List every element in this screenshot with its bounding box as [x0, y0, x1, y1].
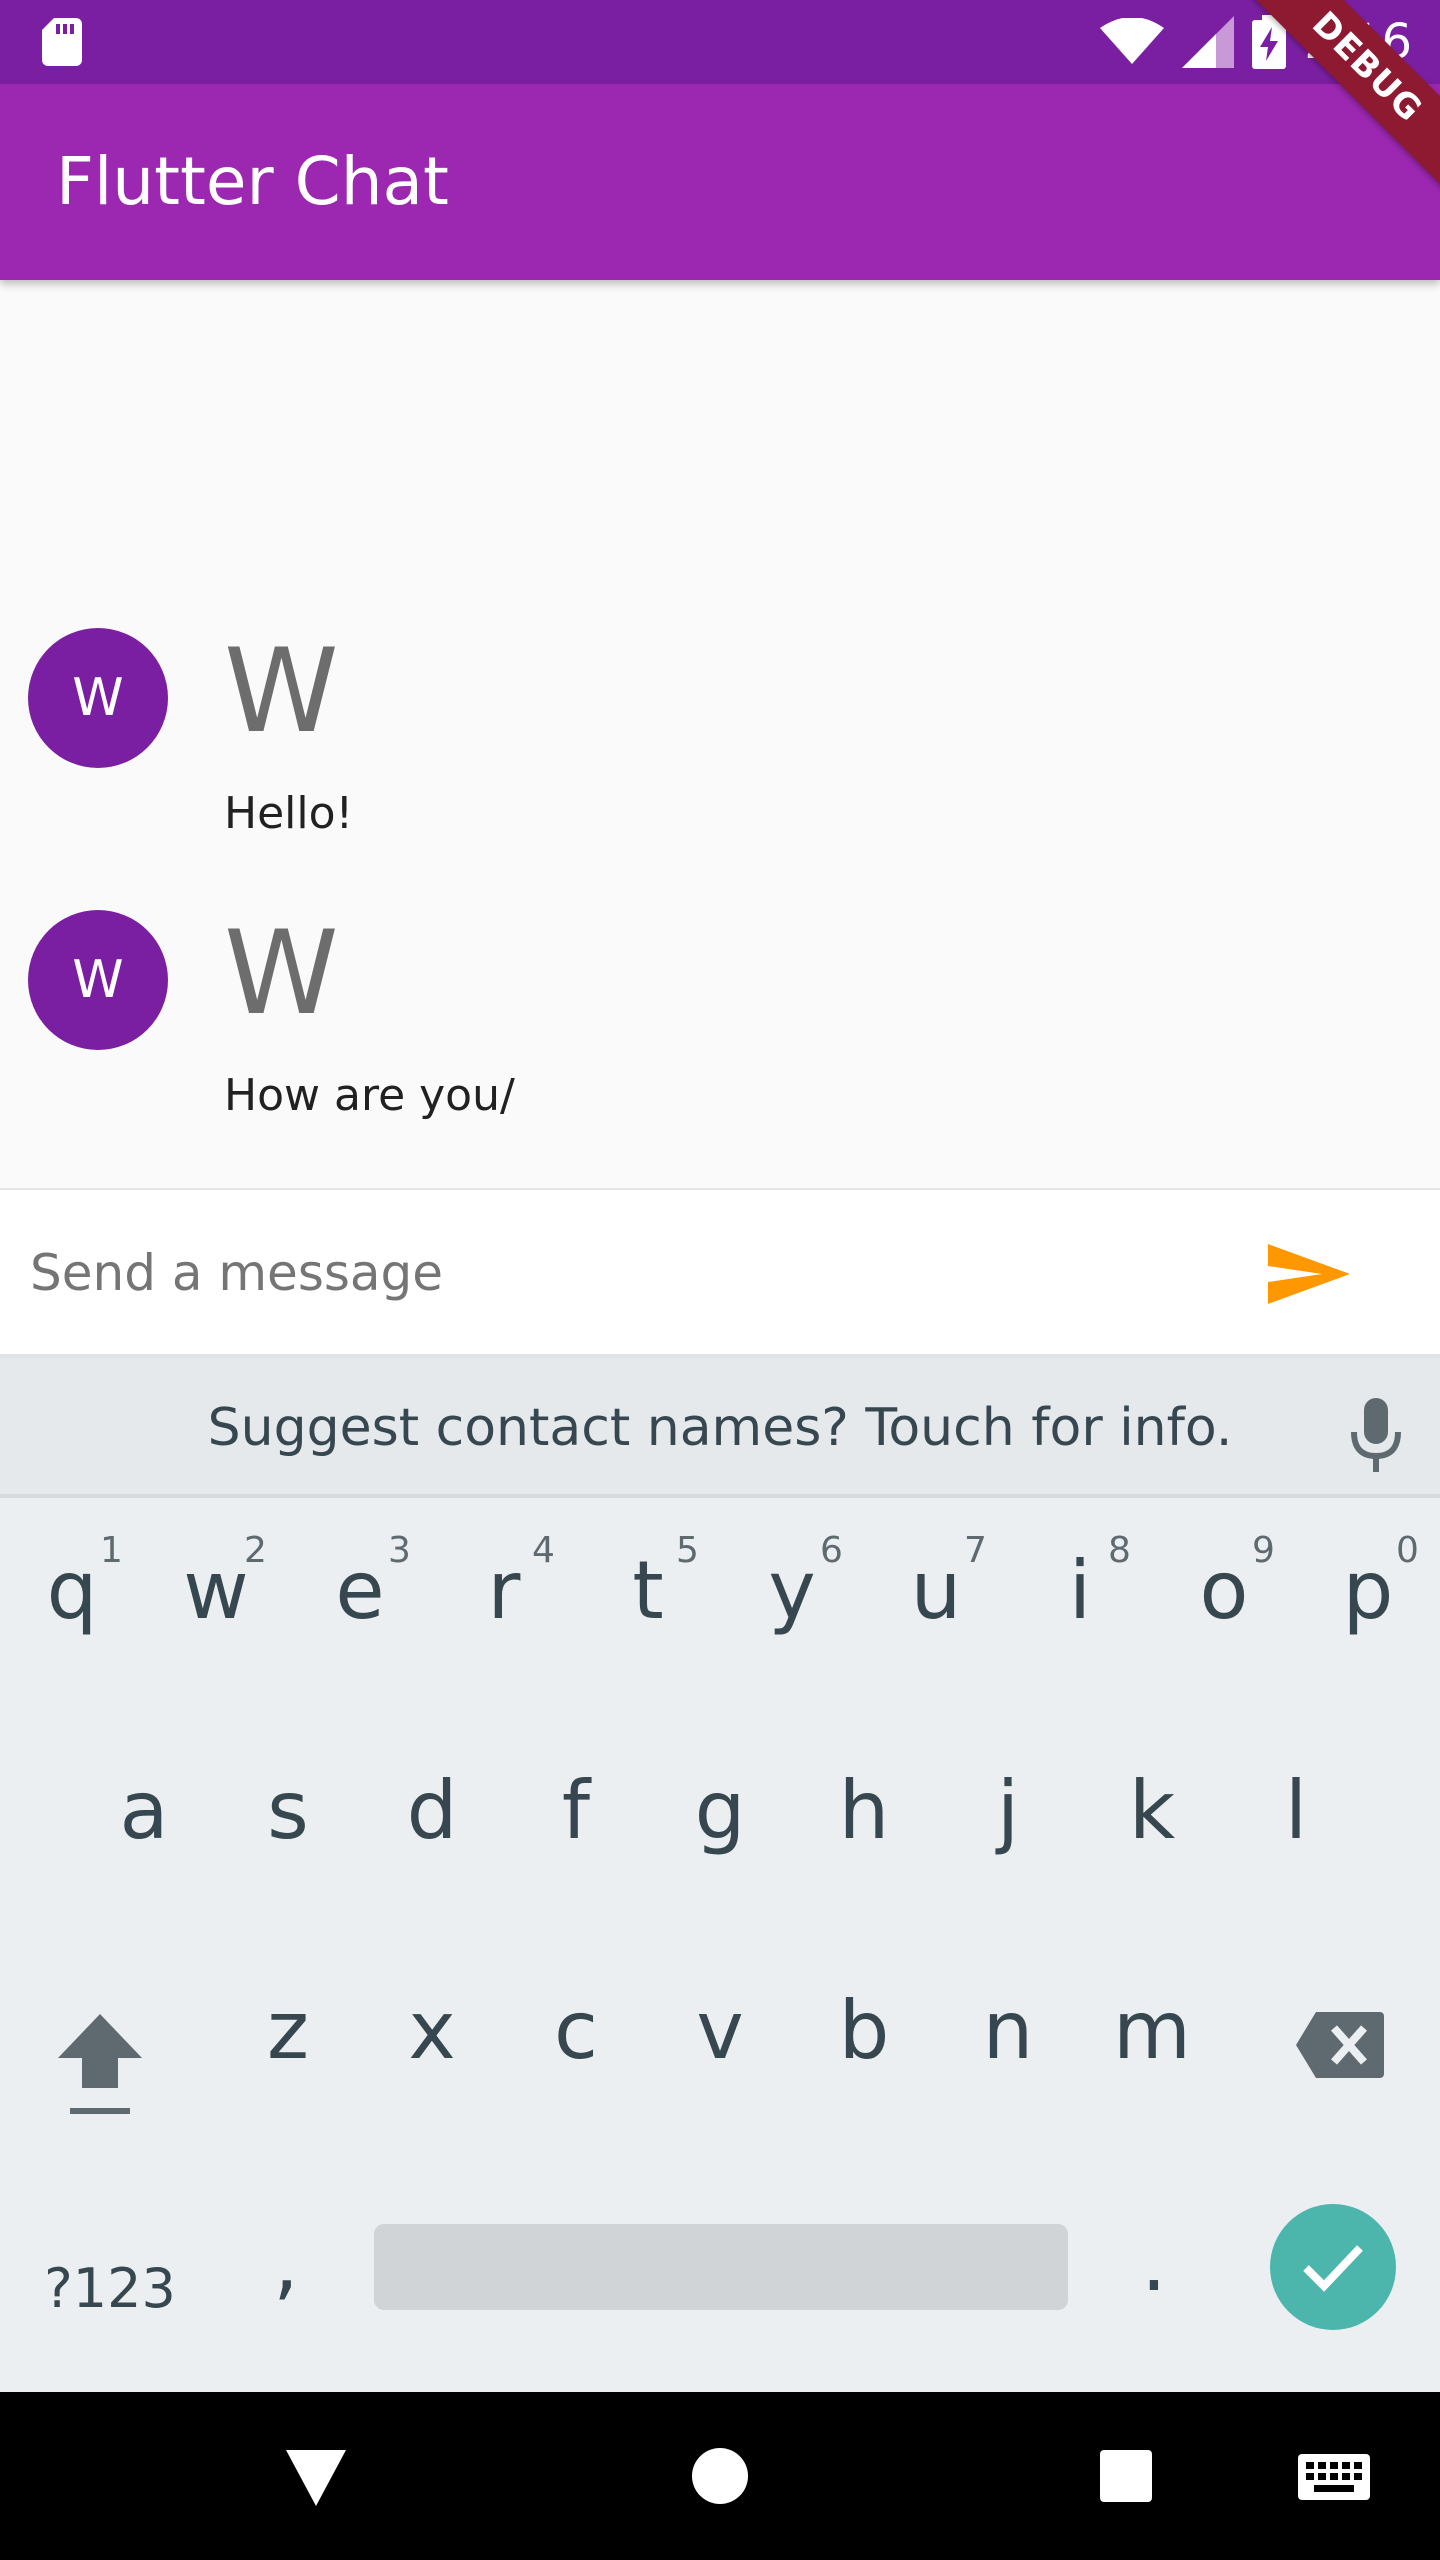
avatar: W: [28, 628, 168, 768]
list-item: W W How are you/: [0, 906, 1440, 1170]
keyboard-icon[interactable]: [1296, 2440, 1372, 2512]
list-item: W W Hello!: [0, 624, 1440, 888]
send-icon[interactable]: [1262, 1226, 1358, 1322]
comma-key[interactable]: ,: [246, 2216, 326, 2346]
period-key[interactable]: .: [1114, 2216, 1194, 2346]
symbols-key[interactable]: ?123: [30, 2234, 190, 2344]
key-hint: 9: [1252, 1530, 1275, 1571]
key-z[interactable]: z: [228, 1984, 348, 2124]
key-hint: 8: [1108, 1530, 1131, 1571]
key-j[interactable]: j: [948, 1764, 1068, 1904]
status-bar: 2:16: [0, 0, 1440, 84]
message-text: Hello!: [224, 788, 354, 839]
key-u[interactable]: u7: [876, 1530, 996, 1684]
check-icon: [1303, 2245, 1363, 2292]
space-key[interactable]: [374, 2224, 1068, 2310]
shift-icon[interactable]: [50, 2004, 150, 2124]
key-o[interactable]: o9: [1164, 1530, 1284, 1684]
key-k[interactable]: k: [1092, 1764, 1212, 1904]
message-text: How are you/: [224, 1070, 515, 1121]
key-m[interactable]: m: [1092, 1984, 1212, 2124]
key-v[interactable]: v: [660, 1984, 780, 2124]
message-list[interactable]: W W Hello! W W How are you/: [0, 280, 1440, 1188]
mic-icon[interactable]: [1348, 1398, 1404, 1474]
key-p[interactable]: p0: [1308, 1530, 1428, 1684]
key-b[interactable]: b: [804, 1984, 924, 2124]
key-hint: 2: [244, 1530, 267, 1571]
suggestion-strip[interactable]: Suggest contact names? Touch for info.: [0, 1354, 1440, 1498]
message-sender: W: [224, 906, 339, 1041]
key-i[interactable]: i8: [1020, 1530, 1140, 1684]
key-t[interactable]: t5: [588, 1530, 708, 1684]
suggestion-text: Suggest contact names? Touch for info.: [207, 1398, 1233, 1458]
home-icon[interactable]: [684, 2440, 756, 2512]
soft-keyboard: Suggest contact names? Touch for info. q…: [0, 1354, 1440, 2392]
key-d[interactable]: d: [372, 1764, 492, 1904]
key-g[interactable]: g: [660, 1764, 780, 1904]
signal-icon: [1182, 16, 1235, 68]
key-hint: 0: [1396, 1530, 1419, 1571]
avatar: W: [28, 910, 168, 1050]
message-composer: [0, 1188, 1440, 1356]
page-title: Flutter Chat: [56, 143, 449, 220]
key-hint: 6: [820, 1530, 843, 1571]
key-hint: 4: [532, 1530, 555, 1571]
key-y[interactable]: y6: [732, 1530, 852, 1684]
key-s[interactable]: s: [228, 1764, 348, 1904]
recents-icon[interactable]: [1090, 2440, 1162, 2512]
key-r[interactable]: r4: [444, 1530, 564, 1684]
sd-card-icon: [42, 18, 82, 66]
key-hint: 7: [964, 1530, 987, 1571]
app-bar: Flutter Chat: [0, 84, 1440, 280]
wifi-icon: [1100, 18, 1165, 64]
key-n[interactable]: n: [948, 1984, 1068, 2124]
key-hint: 5: [676, 1530, 699, 1571]
key-hint: 1: [100, 1530, 123, 1571]
key-f[interactable]: f: [516, 1764, 636, 1904]
key-e[interactable]: e3: [300, 1530, 420, 1684]
key-w[interactable]: w2: [156, 1530, 276, 1684]
back-icon[interactable]: [280, 2440, 352, 2512]
done-key[interactable]: [1270, 2204, 1396, 2330]
message-input[interactable]: [28, 1190, 1228, 1356]
key-x[interactable]: x: [372, 1984, 492, 2124]
key-a[interactable]: a: [84, 1764, 204, 1904]
key-h[interactable]: h: [804, 1764, 924, 1904]
key-hint: 3: [388, 1530, 411, 1571]
key-c[interactable]: c: [516, 1984, 636, 2124]
key-q[interactable]: q1: [12, 1530, 132, 1684]
navigation-bar: [0, 2392, 1440, 2560]
key-l[interactable]: l: [1236, 1764, 1356, 1904]
backspace-icon[interactable]: [1294, 2010, 1386, 2080]
message-sender: W: [224, 624, 339, 759]
